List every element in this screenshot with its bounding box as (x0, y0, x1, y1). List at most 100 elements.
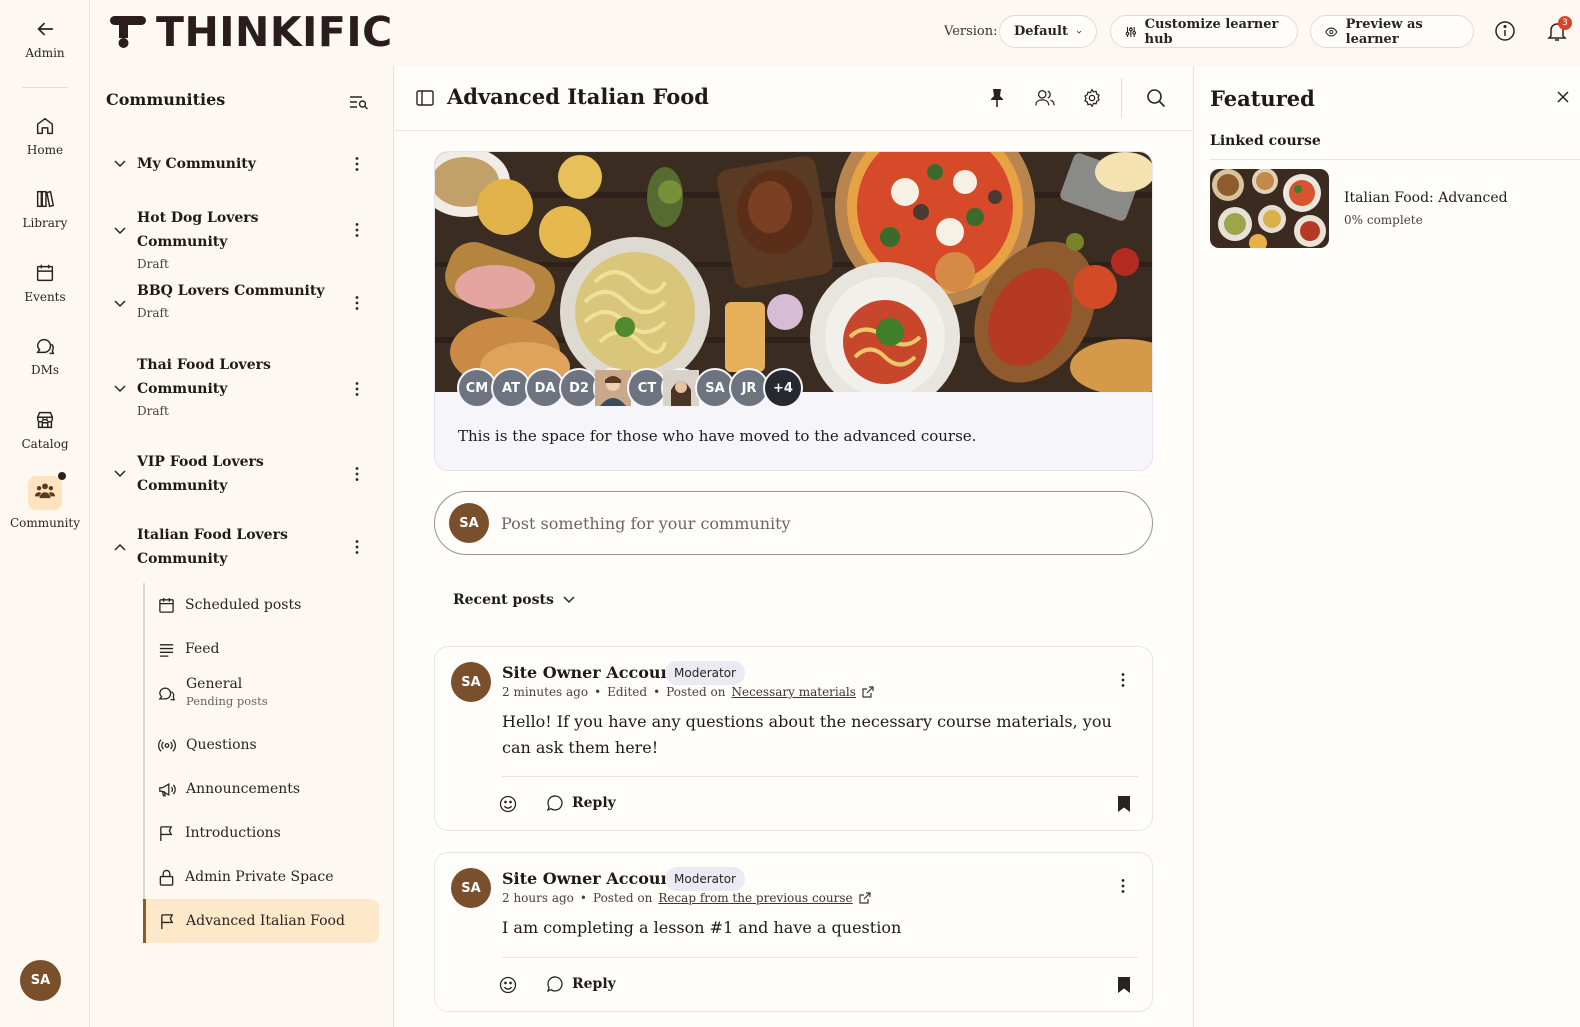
community-name: Hot Dog Lovers Community Draft (137, 206, 342, 274)
community-name-text: VIP Food Lovers Community (137, 454, 264, 494)
pending-posts-label: Pending posts (186, 694, 268, 708)
user-avatar[interactable]: SA (20, 960, 61, 1001)
reply-button[interactable]: Reply (546, 975, 616, 993)
rail-library[interactable]: Library (0, 188, 90, 230)
rail-events[interactable]: Events (0, 262, 90, 304)
featured-divider (1210, 159, 1580, 160)
posted-on-link[interactable]: Recap from the previous course (658, 891, 852, 905)
post-body: I am completing a lesson #1 and have a q… (502, 918, 902, 937)
megaphone-icon (159, 782, 176, 796)
community-name-text: Thai Food Lovers Community (137, 357, 271, 397)
rail-admin-label: Admin (25, 46, 65, 60)
gear-icon[interactable] (1082, 88, 1102, 108)
post-time: 2 hours ago (502, 891, 574, 905)
post-author[interactable]: Site Owner Account (502, 663, 680, 682)
rail-home[interactable]: Home (0, 115, 90, 157)
rail-community-label: Community (9, 516, 81, 530)
search-icon[interactable] (1146, 88, 1166, 108)
community-item-bbq[interactable]: BBQ Lovers Community Draft (91, 279, 394, 325)
flag-icon (160, 825, 173, 841)
space-label: Admin Private Space (185, 869, 334, 885)
author-avatar[interactable]: SA (451, 662, 491, 702)
space-feed[interactable]: Feed (145, 627, 379, 671)
community-item-vip[interactable]: VIP Food Lovers Community (91, 450, 394, 498)
space-advanced-italian-food[interactable]: Advanced Italian Food (143, 899, 379, 943)
space-content: CM AT DA D2 CT SA JR +4 This is the spac… (395, 131, 1192, 1027)
post-author[interactable]: Site Owner Account (502, 869, 680, 888)
space-general[interactable]: General Pending posts (145, 671, 379, 715)
space-label: Advanced Italian Food (186, 913, 345, 929)
bookmark-icon[interactable] (1117, 976, 1131, 994)
kebab-menu-icon[interactable] (1119, 672, 1127, 688)
posted-on-link[interactable]: Necessary materials (731, 685, 855, 699)
kebab-menu-icon[interactable] (353, 156, 361, 172)
rail-dms-label: DMs (30, 363, 60, 377)
kebab-menu-icon[interactable] (353, 295, 361, 311)
kebab-menu-icon[interactable] (1119, 878, 1127, 894)
community-item-italian[interactable]: Italian Food Lovers Community (91, 523, 394, 571)
space-scheduled-posts[interactable]: Scheduled posts (145, 583, 379, 627)
featured-title: Featured (1210, 86, 1315, 111)
chevron-up-icon (114, 543, 126, 551)
pin-icon[interactable] (988, 88, 1006, 108)
community-item-my-community[interactable]: My Community (91, 152, 394, 176)
rail-dms[interactable]: DMs (0, 335, 90, 377)
kebab-menu-icon[interactable] (353, 539, 361, 555)
rail-events-label: Events (24, 290, 66, 304)
kebab-menu-icon[interactable] (353, 466, 361, 482)
community-name: BBQ Lovers Community Draft (137, 279, 342, 323)
customize-learner-hub-button[interactable]: Customize learner hub (1110, 15, 1298, 48)
rail-admin[interactable]: Admin (0, 18, 90, 60)
sidebar-toggle-icon[interactable] (416, 90, 434, 106)
meta-separator: • (653, 685, 661, 699)
cover-image-italian-food (435, 152, 1152, 392)
external-link-icon[interactable] (862, 686, 874, 698)
author-avatar[interactable]: SA (451, 868, 491, 908)
featured-panel: Featured Linked course Italian Food: Adv… (1193, 66, 1580, 1027)
space-announcements[interactable]: Announcements (145, 767, 379, 811)
space-label-group: General Pending posts (186, 676, 268, 710)
post-edited: Edited (607, 685, 648, 699)
emoji-reaction-icon[interactable] (499, 795, 517, 813)
bookmark-icon[interactable] (1117, 795, 1131, 813)
emoji-reaction-icon[interactable] (499, 976, 517, 994)
reply-button[interactable]: Reply (546, 794, 616, 812)
space-list: Scheduled posts Feed General Pending pos… (143, 583, 379, 943)
members-icon[interactable] (1034, 88, 1056, 108)
post-meta: 2 hours ago • Posted on Recap from the p… (502, 891, 871, 905)
kebab-menu-icon[interactable] (353, 381, 361, 397)
sort-dropdown[interactable]: Recent posts (453, 592, 576, 608)
community-item-hot-dog[interactable]: Hot Dog Lovers Community Draft (91, 206, 394, 271)
info-icon[interactable] (1494, 20, 1516, 42)
member-avatar-stack[interactable]: CM AT DA D2 CT SA JR +4 (457, 368, 803, 408)
rail-community[interactable]: Community (0, 472, 90, 530)
rail-catalog[interactable]: Catalog (0, 409, 90, 451)
thinkific-logo[interactable]: THINKIFIC (108, 8, 393, 56)
library-icon (36, 190, 55, 208)
storefront-icon (36, 411, 54, 429)
close-icon[interactable] (1556, 90, 1570, 104)
rail-catalog-label: Catalog (21, 437, 69, 451)
course-progress: 0% complete (1344, 213, 1423, 227)
community-item-thai[interactable]: Thai Food Lovers Community Draft (91, 353, 394, 423)
version-select[interactable]: Default (999, 15, 1097, 48)
space-introductions[interactable]: Introductions (145, 811, 379, 855)
rail-home-label: Home (26, 143, 64, 157)
sidebar-title: Communities (106, 90, 226, 109)
sliders-icon (1125, 26, 1137, 37)
preview-as-learner-button[interactable]: Preview as learner (1310, 15, 1474, 48)
kebab-menu-icon[interactable] (353, 222, 361, 238)
collapse-menu-icon[interactable] (349, 94, 369, 110)
sort-label: Recent posts (453, 592, 554, 608)
flag-icon (161, 913, 174, 929)
external-link-icon[interactable] (859, 892, 871, 904)
space-questions[interactable]: Questions (145, 723, 379, 767)
space-admin-private[interactable]: Admin Private Space (145, 855, 379, 899)
community-name: VIP Food Lovers Community (137, 450, 267, 498)
space-label: General (186, 676, 243, 692)
customize-label: Customize learner hub (1144, 16, 1279, 47)
post-composer[interactable]: SA Post something for your community (434, 491, 1153, 555)
space-label: Feed (185, 641, 220, 657)
more-members-avatar[interactable]: +4 (763, 368, 803, 408)
home-icon (36, 117, 54, 135)
